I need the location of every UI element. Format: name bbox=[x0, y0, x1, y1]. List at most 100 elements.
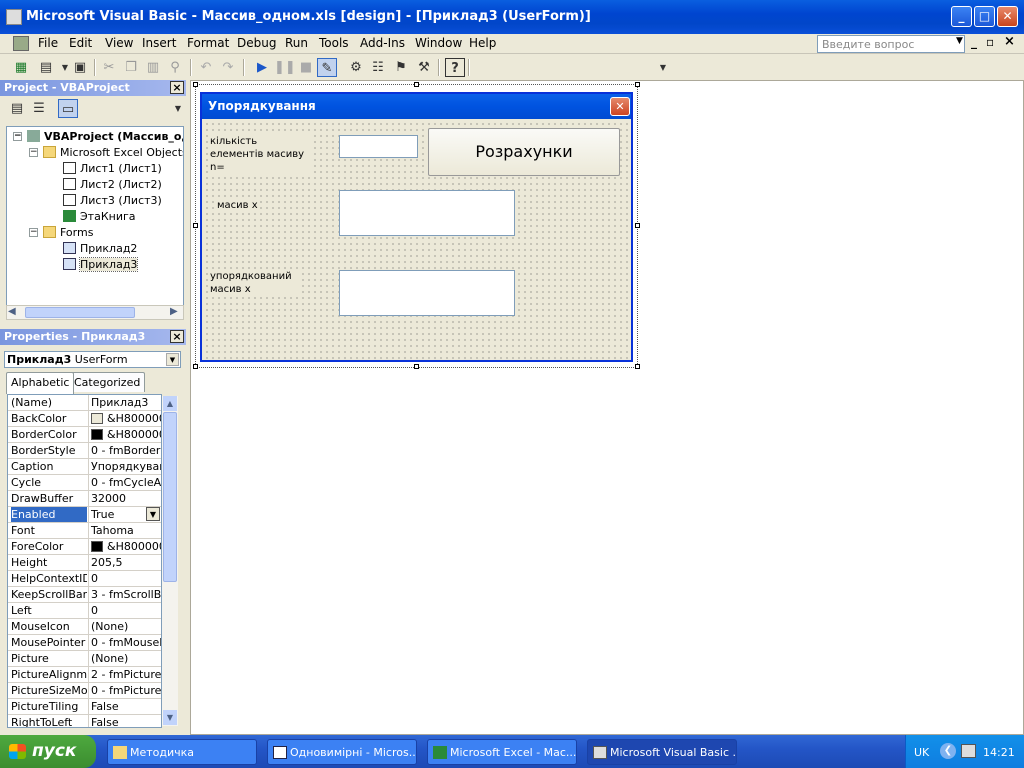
scroll-thumb[interactable] bbox=[25, 307, 135, 318]
vb-app-icon[interactable] bbox=[6, 9, 22, 25]
scroll-up-icon[interactable]: ▲ bbox=[163, 396, 177, 411]
maximize-button[interactable]: □ bbox=[974, 6, 995, 27]
task-word[interactable]: Одновимірні - Micros... bbox=[267, 739, 417, 765]
property-value[interactable]: 3 - fmScrollBar bbox=[88, 587, 161, 602]
property-row[interactable]: Height 205,5 bbox=[8, 555, 161, 571]
toolbar-options-icon[interactable]: ▼ bbox=[653, 58, 673, 77]
property-row[interactable]: Font Tahoma bbox=[8, 523, 161, 539]
resize-handle[interactable] bbox=[635, 364, 640, 369]
run-icon[interactable]: ▶ bbox=[252, 58, 272, 77]
help-icon[interactable]: ? bbox=[445, 58, 465, 77]
tree-form-prykl2[interactable]: Приклад2 bbox=[63, 241, 137, 257]
resize-handle[interactable] bbox=[414, 364, 419, 369]
reset-icon[interactable]: ■ bbox=[296, 58, 316, 77]
find-icon[interactable]: ⚲ bbox=[165, 58, 185, 77]
property-value[interactable]: (None) bbox=[88, 619, 161, 634]
redo-icon[interactable]: ↷ bbox=[218, 58, 238, 77]
copy-icon[interactable]: ❐ bbox=[121, 58, 141, 77]
tree-form-prykl3[interactable]: Приклад3 bbox=[63, 257, 139, 273]
property-value[interactable]: 205,5 bbox=[88, 555, 161, 570]
property-row[interactable]: PictureTiling False bbox=[8, 699, 161, 715]
tree-thisworkbook[interactable]: ЭтаКнига bbox=[63, 209, 136, 225]
label-sorted[interactable]: упорядкований масив х bbox=[210, 270, 300, 296]
minimize-button[interactable]: _ bbox=[951, 6, 972, 27]
toggle-folders-icon[interactable]: ▭ bbox=[58, 99, 78, 118]
view-excel-icon[interactable]: ▦ bbox=[11, 58, 31, 77]
property-row[interactable]: BackColor&H8000000 bbox=[8, 411, 161, 427]
scroll-right-icon[interactable]: ▶ bbox=[170, 306, 178, 317]
project-close-icon[interactable]: × bbox=[170, 81, 184, 94]
object-combobox[interactable]: Приклад3 UserForm ▼ bbox=[4, 351, 181, 368]
menu-file[interactable]: File bbox=[35, 35, 61, 51]
property-row[interactable]: HelpContextID 0 bbox=[8, 571, 161, 587]
task-metodychka[interactable]: Методичка bbox=[107, 739, 257, 765]
userform-close-button[interactable]: ✕ bbox=[610, 97, 630, 116]
label-array[interactable]: масив х bbox=[217, 199, 258, 212]
property-value[interactable]: 0 - fmPictureSi bbox=[88, 683, 161, 698]
tree-sheet3[interactable]: Лист3 (Лист3) bbox=[63, 193, 162, 209]
property-row[interactable]: PictureSizeMode 0 - fmPictureSi bbox=[8, 683, 161, 699]
view-object-icon[interactable]: ☰ bbox=[29, 99, 49, 118]
tree-sheet2[interactable]: Лист2 (Лист2) bbox=[63, 177, 162, 193]
resize-handle[interactable] bbox=[635, 82, 640, 87]
insert-userform-icon[interactable]: ▤ bbox=[36, 58, 56, 77]
menu-edit[interactable]: Edit bbox=[66, 35, 95, 51]
ask-question-input[interactable]: Введите вопрос bbox=[817, 35, 965, 53]
properties-vscrollbar[interactable]: ▲ ▼ bbox=[162, 396, 178, 726]
toolbox-icon[interactable]: ⚒ bbox=[414, 58, 434, 77]
value-dropdown-icon[interactable]: ▼ bbox=[146, 507, 160, 521]
tree-sheet1[interactable]: Лист1 (Лист1) bbox=[63, 161, 162, 177]
property-row[interactable]: (Name) Приклад3 bbox=[8, 395, 161, 411]
property-value[interactable]: Tahoma bbox=[88, 523, 161, 538]
property-row[interactable]: Enabled True ▼ bbox=[8, 507, 161, 523]
property-value[interactable]: False bbox=[88, 699, 161, 714]
properties-close-icon[interactable]: × bbox=[170, 330, 184, 343]
project-hscrollbar[interactable]: ◀ ▶ bbox=[6, 305, 184, 320]
property-row[interactable]: RightToLeft False bbox=[8, 715, 161, 727]
property-row[interactable]: BorderColor&H8000001 bbox=[8, 427, 161, 443]
resize-handle[interactable] bbox=[414, 82, 419, 87]
design-mode-icon[interactable]: ✎ bbox=[317, 58, 337, 77]
property-row[interactable]: Caption Упорядкувани bbox=[8, 459, 161, 475]
menu-tools[interactable]: Tools bbox=[316, 35, 352, 51]
resize-handle[interactable] bbox=[193, 223, 198, 228]
mdi-restore-button[interactable]: ▫ bbox=[986, 35, 994, 49]
property-value[interactable]: &H8000000 bbox=[88, 411, 161, 426]
view-code-icon[interactable]: ▤ bbox=[7, 99, 27, 118]
task-excel[interactable]: Microsoft Excel - Мас... bbox=[427, 739, 577, 765]
property-value[interactable]: &H8000001 bbox=[88, 539, 161, 554]
property-value[interactable]: (None) bbox=[88, 651, 161, 666]
properties-window-icon[interactable]: ☷ bbox=[368, 58, 388, 77]
property-row[interactable]: Left 0 bbox=[8, 603, 161, 619]
property-row[interactable]: MouseIcon (None) bbox=[8, 619, 161, 635]
project-explorer-icon[interactable]: ⚙ bbox=[346, 58, 366, 77]
property-value[interactable]: True ▼ bbox=[88, 507, 161, 522]
scroll-left-icon[interactable]: ◀ bbox=[8, 306, 16, 317]
textbox-sorted[interactable] bbox=[339, 270, 515, 316]
scroll-thumb[interactable] bbox=[163, 412, 177, 582]
property-value[interactable]: 0 - fmMousePo bbox=[88, 635, 161, 650]
combo-dropdown-icon[interactable]: ▼ bbox=[166, 353, 179, 366]
tree-vbaproject[interactable]: − VBAProject (Массив_од bbox=[13, 129, 183, 145]
property-value[interactable]: False bbox=[88, 715, 161, 727]
project-toolbar-dropdown-icon[interactable]: ▼ bbox=[168, 99, 188, 118]
resize-handle[interactable] bbox=[193, 364, 198, 369]
ask-dropdown-icon[interactable]: ▼ bbox=[956, 36, 963, 46]
property-row[interactable]: KeepScrollBarsV 3 - fmScrollBar bbox=[8, 587, 161, 603]
vba-doc-icon[interactable] bbox=[13, 36, 29, 51]
property-value[interactable]: Приклад3 bbox=[88, 395, 161, 410]
property-value[interactable]: 0 - fmBorderSt bbox=[88, 443, 161, 458]
tab-alphabetic[interactable]: Alphabetic bbox=[6, 372, 75, 394]
menu-help[interactable]: Help bbox=[466, 35, 499, 51]
userform[interactable]: Упорядкування ✕ кількість елементів маси… bbox=[200, 92, 633, 362]
paste-icon[interactable]: ▥ bbox=[143, 58, 163, 77]
property-row[interactable]: MousePointer 0 - fmMousePo bbox=[8, 635, 161, 651]
start-button[interactable]: пуск bbox=[0, 735, 96, 768]
language-indicator[interactable]: UK bbox=[914, 746, 929, 759]
undo-icon[interactable]: ↶ bbox=[196, 58, 216, 77]
menu-addins[interactable]: Add-Ins bbox=[357, 35, 408, 51]
menu-window[interactable]: Window bbox=[412, 35, 465, 51]
scroll-down-icon[interactable]: ▼ bbox=[163, 710, 177, 725]
break-icon[interactable]: ❚❚ bbox=[274, 58, 296, 77]
property-value[interactable]: 2 - fmPictureAl bbox=[88, 667, 161, 682]
